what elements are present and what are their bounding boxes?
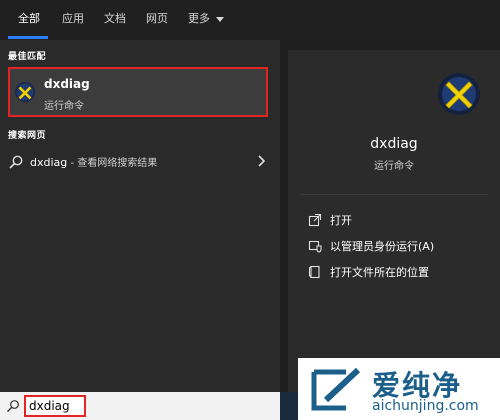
search-tab-bar: 全部 应用 文档 网页 更多	[0, 0, 500, 40]
search-bar	[0, 392, 280, 420]
taskbar-edge	[280, 392, 300, 420]
web-result-text: dxdiag - 查看网络搜索结果	[30, 154, 157, 169]
shield-icon	[308, 240, 322, 253]
detail-divider	[300, 194, 488, 195]
search-icon	[7, 400, 19, 412]
watermark-logo: 爱纯净 aichunjing.com	[298, 358, 500, 420]
web-result-suffix: - 查看网络搜索结果	[67, 158, 158, 169]
web-search-header: 搜索网页	[8, 131, 47, 141]
tab-web[interactable]: 网页	[146, 10, 168, 28]
action-run-as-admin-label: 以管理员身份运行(A)	[330, 240, 435, 253]
action-open-location-label: 打开文件所在的位置	[330, 266, 429, 279]
tab-documents[interactable]: 文档	[104, 10, 126, 28]
active-tab-indicator	[8, 36, 48, 39]
web-search-result[interactable]: dxdiag - 查看网络搜索结果	[0, 150, 280, 174]
search-input[interactable]	[24, 395, 86, 417]
tab-more-label: 更多	[188, 12, 210, 25]
dxdiag-icon	[14, 81, 36, 103]
best-match-subtitle: 运行命令	[44, 101, 84, 112]
tab-more[interactable]: 更多	[188, 10, 224, 28]
watermark-url: aichunjing.com	[372, 398, 479, 414]
watermark-mark-icon	[311, 367, 361, 411]
best-match-header: 最佳匹配	[8, 52, 47, 62]
caret-down-icon	[216, 16, 224, 22]
open-icon	[308, 213, 322, 227]
folder-icon	[308, 265, 320, 279]
search-icon	[9, 155, 23, 169]
detail-subtitle: 运行命令	[374, 161, 414, 172]
action-open-label: 打开	[330, 214, 352, 227]
detail-title: dxdiag	[370, 136, 418, 152]
tab-all[interactable]: 全部	[18, 10, 40, 28]
web-result-query: dxdiag	[30, 156, 68, 169]
dxdiag-large-icon	[438, 73, 480, 115]
action-open[interactable]: 打开	[308, 210, 352, 230]
best-match-item[interactable]: dxdiag 运行命令	[8, 67, 268, 117]
action-open-location[interactable]: 打开文件所在的位置	[308, 262, 429, 282]
best-match-title: dxdiag	[44, 77, 90, 91]
tab-apps[interactable]: 应用	[62, 10, 84, 28]
chevron-right-icon[interactable]	[256, 153, 268, 169]
action-run-as-admin[interactable]: 以管理员身份运行(A)	[308, 236, 434, 256]
